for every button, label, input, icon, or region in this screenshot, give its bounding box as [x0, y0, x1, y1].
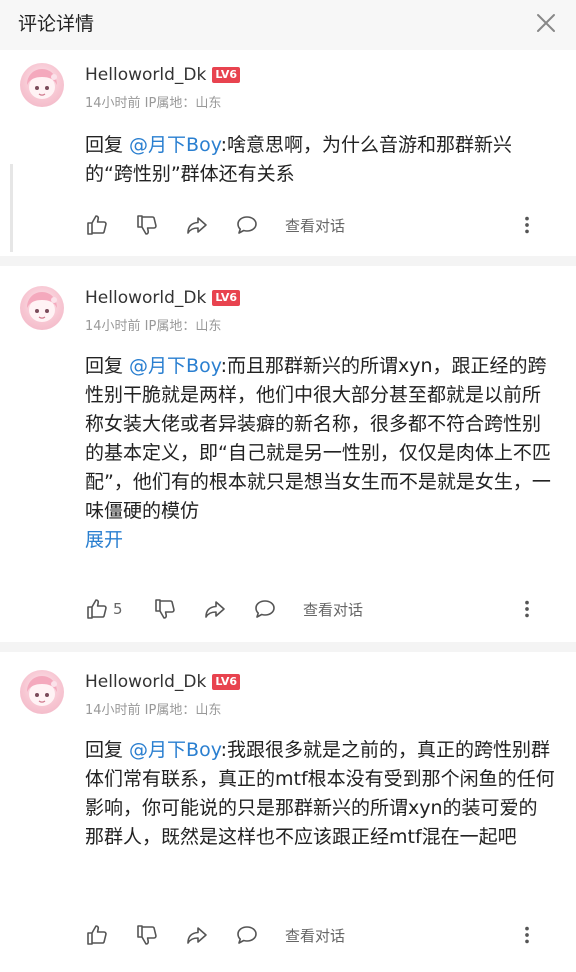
comment-actions: 查看对话	[85, 922, 556, 948]
like-count: 5	[113, 600, 123, 618]
share-button[interactable]	[185, 212, 209, 238]
like-button[interactable]	[85, 922, 109, 948]
close-icon[interactable]	[532, 9, 560, 37]
share-button[interactable]	[185, 922, 209, 948]
share-icon	[185, 923, 209, 947]
share-button[interactable]	[203, 596, 227, 622]
like-button[interactable]: 5	[85, 596, 123, 622]
comment-actions: 5 查看对话	[85, 596, 556, 622]
reply-mention[interactable]: @月下Boy	[129, 739, 221, 761]
reply-button[interactable]	[235, 922, 259, 948]
avatar[interactable]	[20, 286, 64, 330]
reply-mention[interactable]: @月下Boy	[129, 134, 221, 156]
view-dialog-link[interactable]: 查看对话	[285, 922, 345, 948]
level-badge: LV6	[212, 290, 241, 306]
view-dialog-link[interactable]: 查看对话	[303, 596, 363, 622]
thread-indicator	[10, 164, 13, 252]
level-badge: LV6	[212, 674, 241, 690]
username[interactable]: Helloworld_Dk LV6	[85, 672, 241, 692]
username[interactable]: Helloworld_Dk LV6	[85, 65, 241, 85]
thumbs-down-icon	[135, 923, 159, 947]
comment-icon	[235, 923, 259, 947]
thumbs-down-icon	[153, 597, 177, 621]
page-title: 评论详情	[18, 13, 95, 35]
comment-meta: 14小时前 IP属地：山东	[85, 703, 222, 718]
comment-actions: 查看对话	[85, 212, 556, 238]
thumbs-down-icon	[135, 213, 159, 237]
view-dialog-link[interactable]: 查看对话	[285, 212, 345, 238]
divider	[0, 256, 576, 266]
comment-meta: 14小时前 IP属地：山东	[85, 96, 222, 111]
thumbs-up-icon	[85, 213, 109, 237]
comment-item: Helloworld_Dk LV6 14小时前 IP属地：山东 回复 @月下Boy…	[0, 652, 576, 972]
avatar[interactable]	[20, 63, 64, 107]
share-icon	[185, 213, 209, 237]
comment-item: Helloworld_Dk LV6 14小时前 IP属地：山东 回复 @月下Boy…	[0, 266, 576, 642]
more-icon[interactable]	[516, 598, 538, 620]
comment-meta: 14小时前 IP属地：山东	[85, 319, 222, 334]
share-icon	[203, 597, 227, 621]
reply-button[interactable]	[253, 596, 277, 622]
comment-text: 回复 @月下Boy:啥意思啊，为什么音游和那群新兴的“跨性别”群体还有关系	[85, 134, 512, 185]
dislike-button[interactable]	[135, 922, 159, 948]
comment-text: 回复 @月下Boy:而且那群新兴的所谓xyn，跟正经的跨性别干脆就是两样，他们中…	[85, 352, 556, 555]
dislike-button[interactable]	[153, 596, 177, 622]
avatar[interactable]	[20, 670, 64, 714]
comment-icon	[253, 597, 277, 621]
header-bar: 评论详情	[0, 0, 576, 50]
level-badge: LV6	[212, 67, 241, 83]
comment-item: Helloworld_Dk LV6 14小时前 IP属地：山东 回复 @月下Boy…	[0, 50, 576, 256]
reply-mention[interactable]: @月下Boy	[129, 355, 221, 377]
comment-text: 回复 @月下Boy:我跟很多就是之前的，真正的跨性别群体们常有联系，真正的mtf…	[85, 739, 555, 848]
expand-link[interactable]: 展开	[85, 526, 556, 555]
more-icon[interactable]	[516, 924, 538, 946]
divider	[0, 642, 576, 652]
dislike-button[interactable]	[135, 212, 159, 238]
thumbs-up-icon	[85, 597, 109, 621]
comment-icon	[235, 213, 259, 237]
more-icon[interactable]	[516, 214, 538, 236]
username[interactable]: Helloworld_Dk LV6	[85, 288, 241, 308]
thumbs-up-icon	[85, 923, 109, 947]
reply-button[interactable]	[235, 212, 259, 238]
like-button[interactable]	[85, 212, 109, 238]
